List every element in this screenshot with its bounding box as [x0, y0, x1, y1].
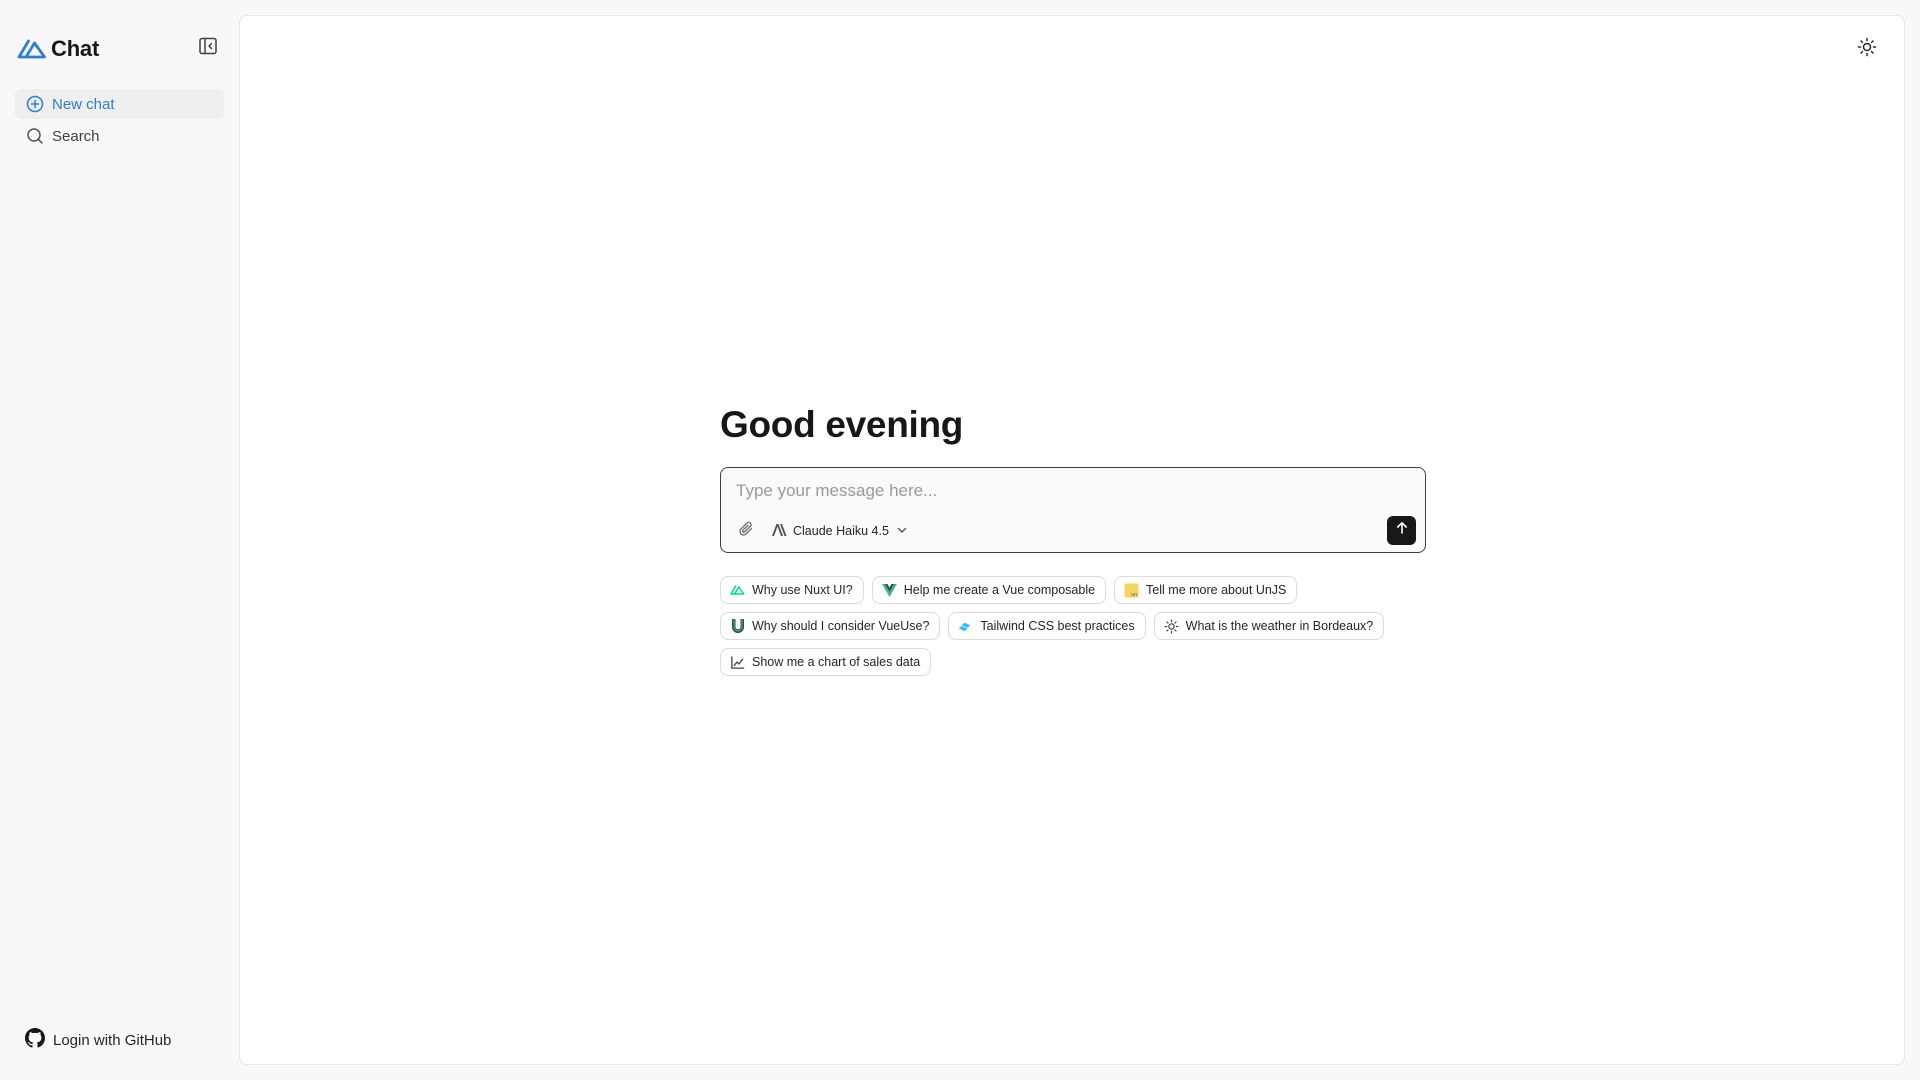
suggestion-chip[interactable]: Show me a chart of sales data: [720, 648, 932, 676]
app-root: Chat New chat Search Login with GitHub G…: [0, 0, 1920, 1080]
suggestion-chip[interactable]: Tailwind CSS best practices: [948, 612, 1146, 640]
nuxt-logo-icon: [17, 38, 47, 60]
plus-circle-icon: [26, 95, 44, 113]
message-input[interactable]: [736, 478, 1406, 504]
sidebar-item-label: Search: [52, 127, 100, 145]
suggestion-label: Tailwind CSS best practices: [980, 619, 1135, 633]
search-icon: [26, 127, 44, 145]
sidebar-collapse-icon: [198, 36, 218, 61]
anthropic-icon: [771, 523, 787, 540]
suggestion-label: Show me a chart of sales data: [752, 655, 921, 669]
app-title: Chat: [51, 36, 100, 61]
suggestion-label: Why use Nuxt UI?: [752, 583, 853, 597]
sidebar: Chat New chat Search Login with GitHub: [0, 0, 239, 1080]
sun-icon: [1164, 619, 1179, 634]
arrow-up-icon: [1394, 520, 1410, 541]
vue-icon: [881, 583, 897, 598]
login-label: Login with GitHub: [53, 1031, 172, 1049]
line-chart-icon: [730, 655, 745, 670]
github-icon: [25, 1028, 45, 1052]
message-composer: Claude Haiku 4.5: [720, 467, 1426, 553]
theme-toggle-button[interactable]: [1854, 36, 1880, 62]
nuxt-icon: [730, 583, 745, 598]
model-label: Claude Haiku 4.5: [793, 524, 889, 538]
tailwind-icon: [958, 619, 973, 634]
suggestion-chip[interactable]: un Tell me more about UnJS: [1114, 576, 1298, 604]
suggestion-chip[interactable]: Why use Nuxt UI?: [720, 576, 864, 604]
unjs-icon: un: [1124, 583, 1139, 598]
suggestion-label: Why should I consider VueUse?: [752, 619, 930, 633]
chevron-down-icon: [895, 523, 909, 540]
suggestion-chip[interactable]: What is the weather in Bordeaux?: [1153, 612, 1385, 640]
suggestion-list: Why use Nuxt UI? Help me create a Vue co…: [720, 576, 1426, 676]
greeting-heading: Good evening: [720, 404, 964, 445]
paperclip-icon: [737, 520, 755, 543]
send-button[interactable]: [1387, 516, 1416, 545]
suggestion-label: What is the weather in Bordeaux?: [1185, 619, 1374, 633]
attach-button[interactable]: [735, 520, 757, 542]
suggestion-chip[interactable]: Why should I consider VueUse?: [720, 612, 941, 640]
login-github-button[interactable]: Login with GitHub: [25, 1028, 171, 1052]
sidebar-nav: New chat Search: [15, 89, 224, 153]
sun-icon: [1857, 37, 1877, 62]
collapse-sidebar-button[interactable]: [196, 36, 220, 60]
suggestion-label: Help me create a Vue composable: [903, 583, 1096, 597]
svg-text:un: un: [1131, 592, 1137, 598]
vueuse-icon: [730, 619, 745, 634]
suggestion-label: Tell me more about UnJS: [1146, 583, 1287, 597]
model-select[interactable]: Claude Haiku 4.5: [771, 519, 909, 543]
brand[interactable]: Chat: [17, 36, 99, 62]
chat-start: Good evening Type your message here... C…: [720, 400, 1426, 676]
sidebar-item-new-chat[interactable]: New chat: [15, 89, 224, 119]
sidebar-item-label: New chat: [52, 95, 115, 113]
main-panel: Good evening Type your message here... C…: [239, 15, 1905, 1065]
suggestion-chip[interactable]: Help me create a Vue composable: [871, 576, 1107, 604]
sidebar-item-search[interactable]: Search: [15, 121, 224, 151]
